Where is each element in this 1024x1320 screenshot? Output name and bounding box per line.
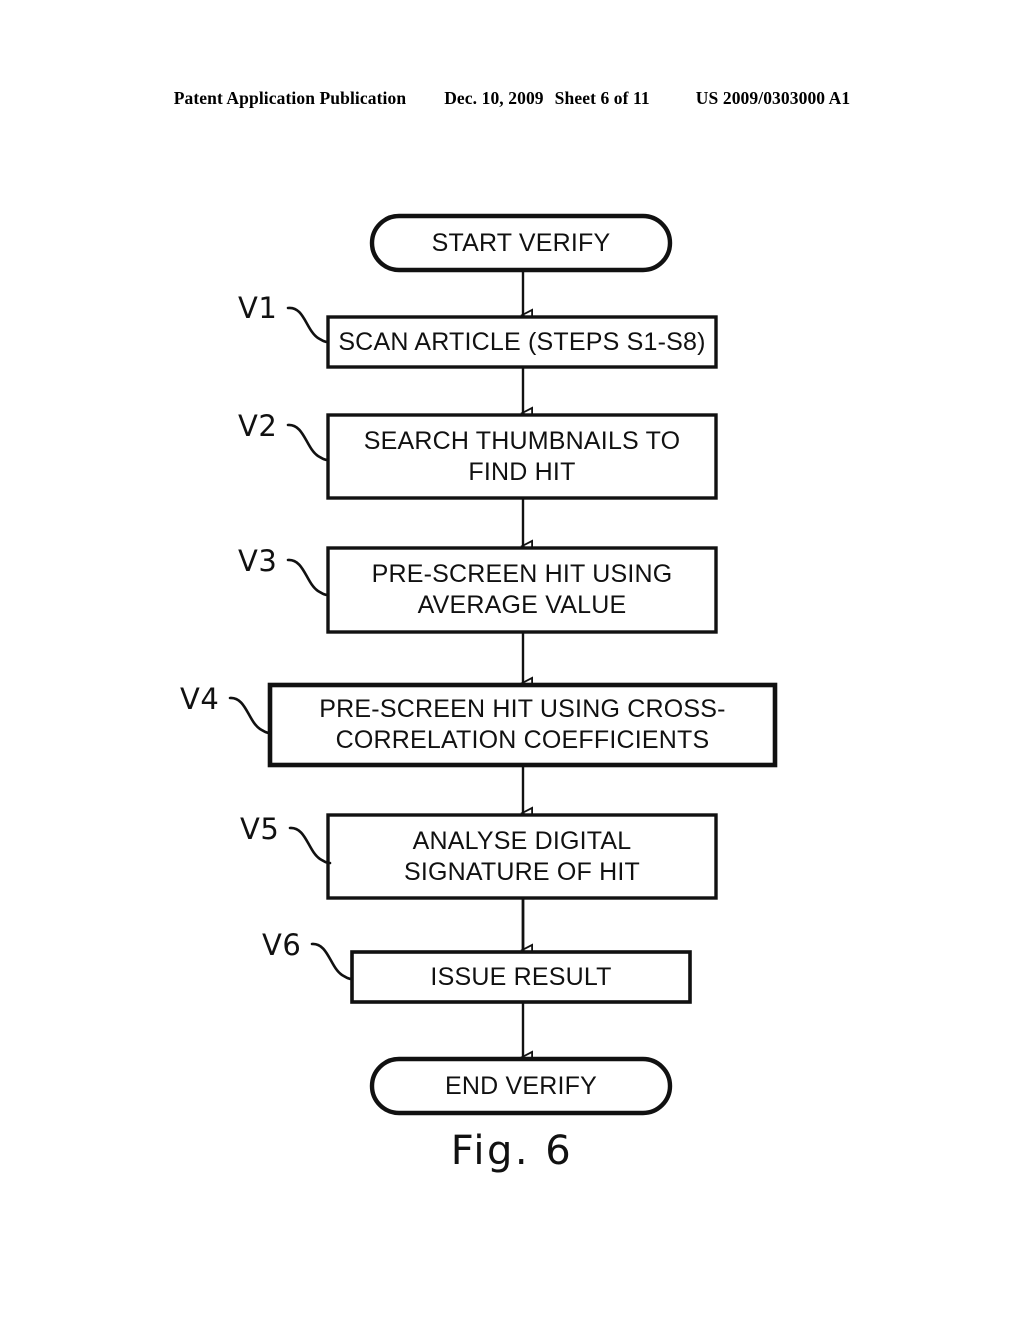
leader-line-v6 — [310, 942, 354, 981]
figure-caption: Fig. 6 — [450, 1128, 574, 1174]
node-start-verify — [369, 213, 673, 273]
ref-label-v6: V6 — [262, 928, 302, 962]
ref-label-v2: V2 — [238, 409, 278, 443]
node-scan-article — [326, 315, 718, 369]
ref-label-v3: V3 — [238, 544, 278, 578]
node-issue-result — [350, 950, 692, 1004]
node-end-verify — [369, 1056, 673, 1116]
node-search-thumbnails — [326, 413, 718, 500]
ref-label-v5: V5 — [240, 812, 280, 846]
leader-line-v1 — [286, 306, 330, 344]
ref-label-v4: V4 — [180, 682, 220, 716]
leader-line-v4 — [228, 696, 272, 735]
node-analyse-digital-signature — [326, 813, 718, 900]
leader-line-v3 — [286, 558, 330, 597]
node-prescreen-average — [326, 546, 718, 634]
node-prescreen-cross-correlation — [267, 682, 778, 768]
figure-6-flowchart — [228, 213, 778, 1116]
leader-line-v2 — [286, 423, 330, 462]
ref-label-v1: V1 — [238, 291, 278, 325]
leader-line-v5 — [288, 826, 332, 865]
